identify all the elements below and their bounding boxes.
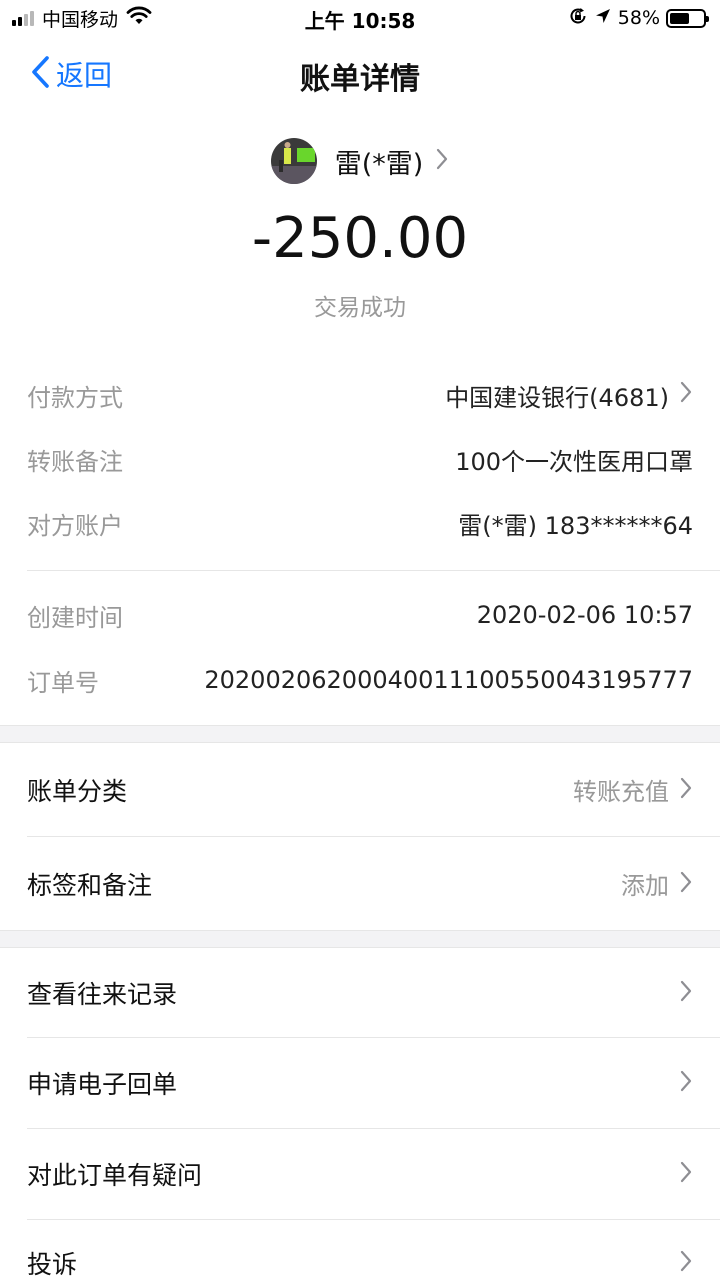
section-gap [0, 930, 720, 948]
transaction-amount: -250.00 [251, 206, 469, 271]
detail-label: 对方账户 [27, 511, 123, 540]
chevron-right-icon [679, 1069, 693, 1097]
detail-label: 付款方式 [27, 383, 123, 412]
divider [27, 570, 720, 571]
payee-name: 雷(*雷) [334, 148, 424, 180]
list-label: 账单分类 [27, 776, 128, 806]
list-row-complaint[interactable]: 投诉 [0, 1220, 720, 1280]
detail-value: 中国建设银行(4681) [445, 378, 693, 413]
location-icon [594, 7, 612, 30]
detail-row-counterparty: 对方账户 雷(*雷) 183******64 [27, 503, 693, 543]
section-gap [0, 725, 720, 743]
bill-detail-screen: 中国移动 上午 10:58 58% 返回 账单详情 雷(*雷) -250.00 … [0, 0, 720, 1280]
detail-row-payment-method[interactable]: 付款方式 中国建设银行(4681) [27, 375, 693, 415]
page-title: 账单详情 [300, 62, 420, 97]
transaction-status: 交易成功 [314, 295, 406, 321]
chevron-right-icon [679, 1249, 693, 1277]
detail-row-remark: 转账备注 100个一次性医用口罩 [27, 439, 693, 479]
status-right: 58% [568, 5, 709, 31]
bill-category-value: 转账充值 [573, 778, 669, 806]
add-tag-value: 添加 [621, 872, 669, 900]
status-bar: 中国移动 上午 10:58 58% [0, 0, 720, 36]
detail-row-order-number: 订单号 20200206200040011100550043195777 [27, 660, 693, 700]
chevron-right-icon [435, 147, 449, 175]
battery-percent: 58% [617, 7, 660, 29]
chevron-right-icon [679, 979, 693, 1007]
created-time-value: 2020-02-06 10:57 [476, 601, 693, 629]
chevron-right-icon [679, 380, 693, 410]
list-label: 标签和备注 [27, 870, 153, 900]
order-number-value: 20200206200040011100550043195777 [204, 666, 693, 694]
list-right: 转账充值 [573, 772, 693, 807]
detail-label: 创建时间 [27, 603, 123, 632]
list-row-tags-notes[interactable]: 标签和备注 添加 [0, 837, 720, 930]
list-label: 申请电子回单 [27, 1070, 178, 1099]
avatar [270, 138, 317, 184]
list-label: 查看往来记录 [27, 979, 178, 1009]
list-label: 对此订单有疑问 [27, 1161, 203, 1190]
counterparty-value: 雷(*雷) 183******64 [458, 511, 693, 540]
detail-label: 转账备注 [27, 447, 123, 476]
chevron-right-icon [679, 870, 693, 898]
list-label: 投诉 [27, 1250, 78, 1279]
list-row-bill-category[interactable]: 账单分类 转账充值 [0, 743, 720, 836]
nav-bar: 返回 账单详情 [0, 36, 720, 112]
list-right: 添加 [621, 866, 693, 901]
rotation-lock-icon [568, 6, 588, 31]
list-row-view-history[interactable]: 查看往来记录 [0, 948, 720, 1037]
list-row-e-receipt[interactable]: 申请电子回单 [0, 1038, 720, 1128]
chevron-right-icon [679, 776, 693, 804]
list-row-order-question[interactable]: 对此订单有疑问 [0, 1129, 720, 1219]
payment-method-value: 中国建设银行(4681) [445, 383, 669, 412]
detail-label: 订单号 [27, 668, 99, 697]
payee-row[interactable]: 雷(*雷) [0, 137, 720, 185]
battery-icon [666, 8, 709, 28]
transfer-remark-value: 100个一次性医用口罩 [455, 447, 693, 476]
detail-row-created-time: 创建时间 2020-02-06 10:57 [27, 595, 693, 635]
chevron-right-icon [679, 1160, 693, 1188]
